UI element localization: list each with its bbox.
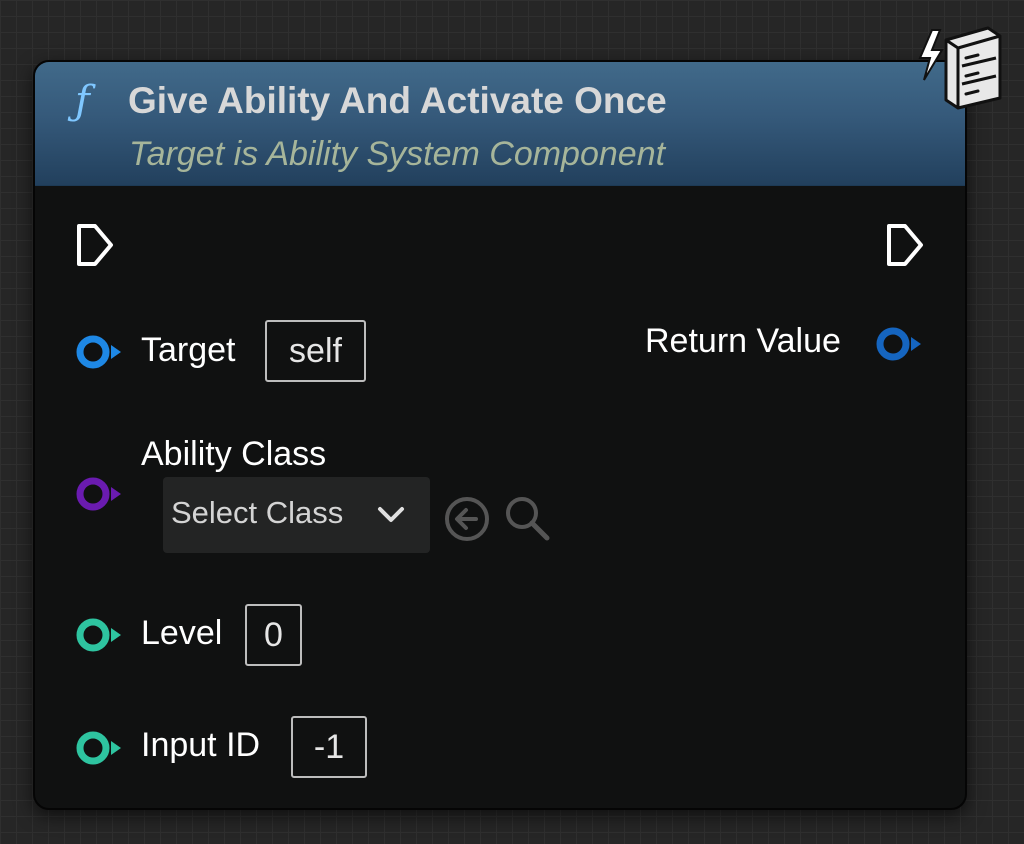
level-label: Level <box>141 614 223 652</box>
target-label: Target <box>141 331 236 369</box>
node-title: Give Ability And Activate Once <box>128 80 667 121</box>
node-header[interactable]: ƒ Give Ability And Activate Once Target … <box>35 62 965 186</box>
search-icon[interactable] <box>501 492 553 544</box>
return-value-label: Return Value <box>645 322 841 360</box>
target-value-field[interactable]: self <box>265 320 366 382</box>
input-id-value-field[interactable]: -1 <box>291 716 367 778</box>
ability-class-label: Ability Class <box>141 435 327 473</box>
exec-out-pin-icon[interactable] <box>885 222 927 268</box>
function-icon: ƒ <box>75 78 90 124</box>
input-id-pin[interactable] <box>75 728 127 768</box>
class-select-text: Select Class <box>171 495 344 530</box>
node-subtitle: Target is Ability System Component <box>129 135 666 173</box>
input-id-label: Input ID <box>141 726 261 764</box>
latent-server-icon <box>918 26 1002 110</box>
level-pin[interactable] <box>75 615 127 655</box>
level-value-field[interactable]: 0 <box>245 604 302 666</box>
exec-in-pin-icon[interactable] <box>75 222 117 268</box>
target-pin[interactable] <box>75 332 127 372</box>
chevron-down-icon <box>378 507 404 522</box>
class-select-dropdown[interactable]: Select Class <box>163 477 430 553</box>
ability-class-pin[interactable] <box>75 474 127 514</box>
arrow-left-circle-icon[interactable] <box>442 494 492 544</box>
return-value-pin[interactable] <box>875 324 927 364</box>
function-node[interactable]: ƒ Give Ability And Activate Once Target … <box>33 60 967 810</box>
